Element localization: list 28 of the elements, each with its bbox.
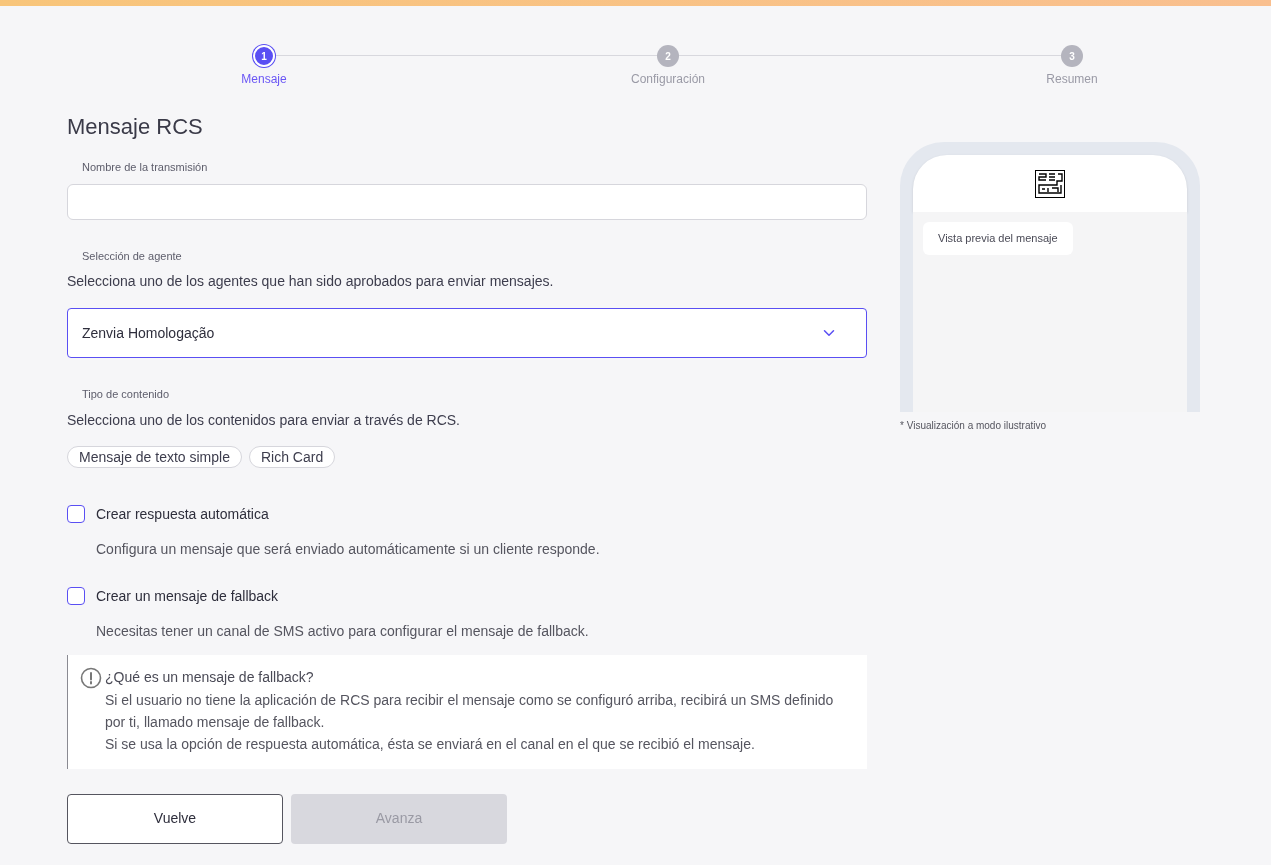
field-description: Selecciona uno de los agentes que han sido aprobados para enviar mensajes. xyxy=(67,272,554,291)
checkbox[interactable] xyxy=(67,505,85,523)
step-number[interactable]: 1 xyxy=(253,45,275,67)
info-text: Si el usuario no tiene la aplicación de RCS para recibir el mensaje como se configuró arriba, recibirá un SMS definido por ti, llamado mensaje de fallback. xyxy=(105,690,835,732)
checkbox-label: Crear respuesta automática xyxy=(96,504,269,524)
field-label: Tipo de contenido xyxy=(82,387,170,402)
input-field[interactable] xyxy=(67,183,867,220)
field-description: Selecciona uno de los contenidos para enviar a través de RCS. xyxy=(67,410,460,430)
preview-note: * Visualización a modo ilustrativo xyxy=(900,419,1047,433)
step-label[interactable]: Mensaje xyxy=(241,71,287,87)
page-title: Mensaje RCS xyxy=(67,113,203,141)
option-description: Necesitas tener un canal de SMS activo para configurar el mensaje de fallback. xyxy=(96,621,589,641)
message-bubble: Vista previa del mensaje xyxy=(923,222,1073,255)
checkbox[interactable] xyxy=(67,587,85,605)
info-title: ¿Qué es un mensaje de fallback? xyxy=(105,668,314,687)
content-type-chip[interactable]: Mensaje de texto simple xyxy=(67,445,242,468)
exclamation-icon xyxy=(80,666,102,689)
step-label[interactable]: Configuración xyxy=(630,71,705,87)
nav-button[interactable]: Vuelve xyxy=(67,793,283,844)
content-type-chip[interactable]: Rich Card xyxy=(248,445,336,468)
option-description: Configura un mensaje que será enviado automáticamente si un cliente responde. xyxy=(96,539,600,559)
info-text: Si se usa la opción de respuesta automática, ésta se enviará en el canal en el que se recibió el mensaje. xyxy=(105,734,756,754)
field-label: Nombre de la transmisión xyxy=(82,160,208,175)
field-label: Selección de agente xyxy=(82,248,182,264)
checkbox-label: Crear un mensaje de fallback xyxy=(96,586,279,606)
agent-dropdown[interactable]: Zenvia Homologação xyxy=(67,308,867,358)
step-label[interactable]: Resumen xyxy=(1046,71,1098,87)
logo-icon xyxy=(1035,169,1065,198)
